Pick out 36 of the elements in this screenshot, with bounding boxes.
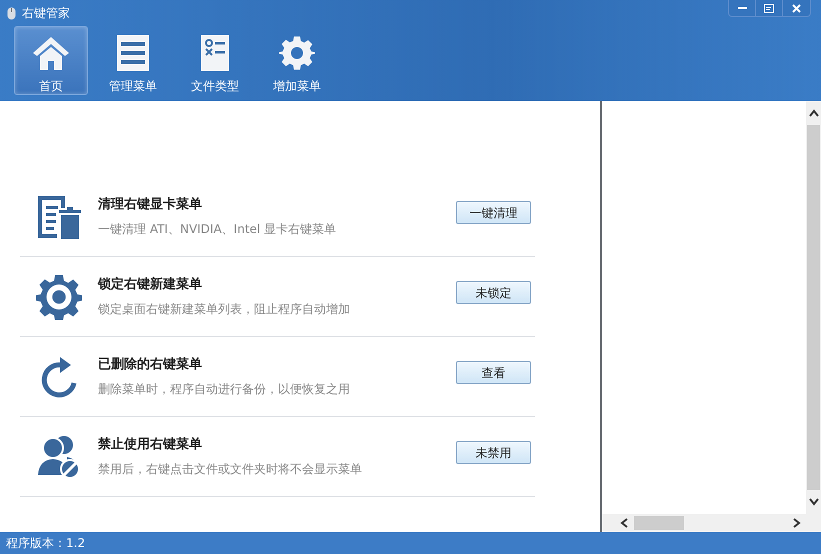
scroll-down-icon [808,498,818,506]
window-title: 右键管家 [22,5,70,22]
action-button[interactable]: 查看 [456,361,531,384]
feature-title: 已删除的右键菜单 [98,356,203,374]
home-icon [32,35,70,71]
settings-icon [279,35,315,71]
minimize-icon [738,7,746,9]
feature-title: 锁定右键新建菜单 [98,276,203,294]
nav-tab[interactable]: 文件类型 [178,26,252,95]
checklist-icon [201,35,229,71]
scroll-up-icon [808,109,818,117]
nav-tab[interactable]: 增加菜单 [260,26,334,95]
gear-icon [36,274,82,320]
action-button[interactable]: 未禁用 [456,441,531,464]
feature-description: 删除菜单时，程序自动进行备份，以便恢复之用 [98,381,351,398]
feature-title: 禁止使用右键菜单 [98,436,203,454]
nav-tab[interactable]: 管理菜单 [96,26,170,95]
menu-icon [764,4,774,12]
horizontal-scrollbar[interactable] [602,514,821,532]
close-icon [792,4,801,12]
scroll-right-icon [793,518,801,528]
feature-description: 一键清理 ATI、NVIDIA、Intel 显卡右键菜单 [98,221,338,238]
feature-description: 禁用后，右键点击文件或文件夹时将不会显示菜单 [98,461,363,478]
user-block-icon [37,434,81,478]
list-icon [117,35,149,71]
nav-tab[interactable]: 首页 [14,26,88,95]
feature-description: 锁定桌面右键新建菜单列表，阻止程序自动增加 [98,301,351,318]
vertical-scrollbar[interactable] [806,101,821,514]
mouse-icon [7,6,16,20]
document-trash-icon [35,194,83,240]
action-button[interactable]: 一键清理 [456,201,531,224]
scroll-left-icon [620,518,628,528]
refresh-icon [39,354,79,398]
action-button[interactable]: 未锁定 [456,281,531,304]
feature-title: 清理右键显卡菜单 [98,196,203,214]
version-text: 程序版本：1.2 [6,535,86,552]
